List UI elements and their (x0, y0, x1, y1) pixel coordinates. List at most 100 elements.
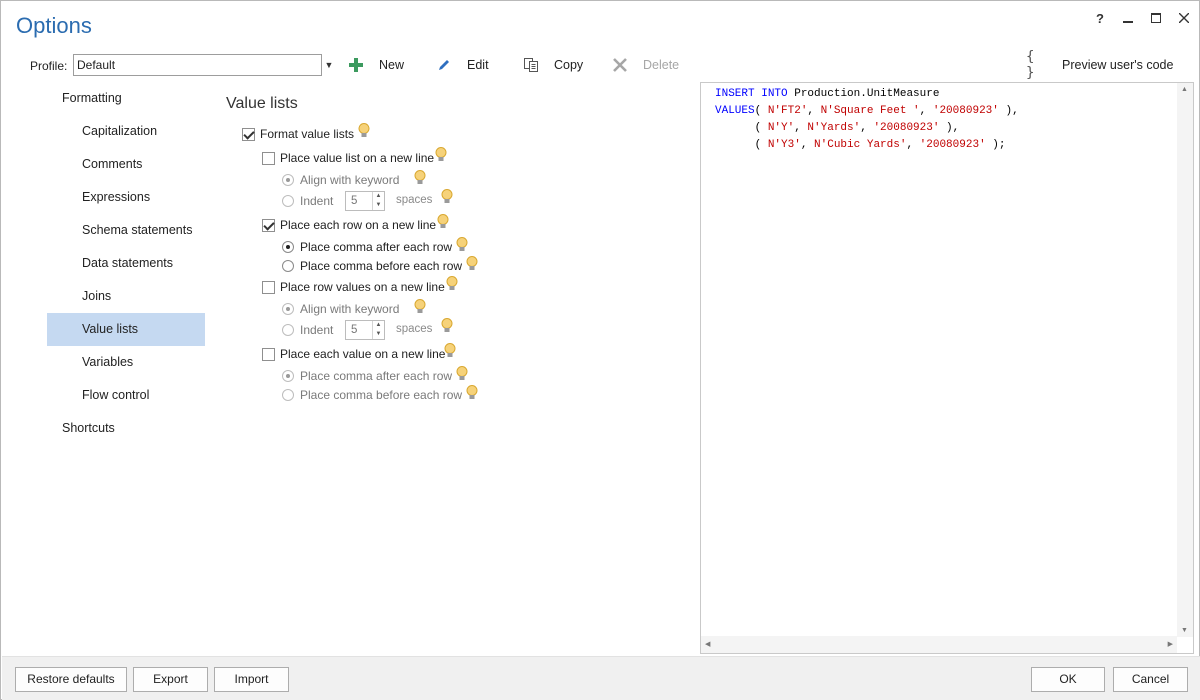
vl-align-keyword-radio[interactable]: Align with keyword (282, 171, 399, 189)
option-label: Place comma after each row (300, 369, 453, 383)
code-object: Production.UnitMeasure (794, 88, 940, 100)
window-title: Options (16, 13, 92, 38)
lightbulb-icon[interactable] (456, 366, 468, 382)
sidebar-item-formatting[interactable]: Formatting (47, 82, 205, 115)
import-button[interactable]: Import (214, 667, 289, 692)
pencil-icon (435, 56, 453, 74)
lightbulb-icon[interactable] (435, 147, 447, 163)
vl-indent-radio[interactable]: Indent (282, 192, 333, 210)
spinner-arrows[interactable]: ▲ ▼ (372, 321, 384, 339)
code-punct: ( (754, 105, 768, 117)
code-string: '20080923' (919, 139, 986, 151)
val-comma-before-radio[interactable]: Place comma before each row (282, 386, 462, 404)
row-values-new-line-checkbox[interactable]: Place row values on a new line (262, 278, 445, 296)
lightbulb-icon[interactable] (466, 385, 478, 401)
sidebar-item-shortcuts[interactable]: Shortcuts (47, 412, 205, 445)
sidebar-item-value-lists[interactable]: Value lists (47, 313, 205, 346)
new-label: New (379, 58, 405, 72)
format-value-lists-checkbox[interactable]: Format value lists (242, 125, 354, 143)
lightbulb-icon[interactable] (456, 237, 468, 253)
sidebar-item-comments[interactable]: Comments (47, 148, 205, 181)
sidebar-item-flow-control[interactable]: Flow control (47, 379, 205, 412)
lightbulb-icon[interactable] (441, 189, 453, 205)
each-value-new-line-checkbox[interactable]: Place each value on a new line (262, 345, 445, 363)
option-label: Place row values on a new line (280, 280, 445, 294)
code-line-2: VALUES( N'FT2', N'Square Feet ', '200809… (715, 105, 1019, 117)
cancel-button[interactable]: Cancel (1113, 667, 1188, 692)
sidebar-item-expressions[interactable]: Expressions (47, 181, 205, 214)
lightbulb-icon[interactable] (441, 318, 453, 334)
row-comma-before-radio[interactable]: Place comma before each row (282, 257, 462, 275)
restore-defaults-button[interactable]: Restore defaults (15, 667, 127, 692)
help-button[interactable]: ? (1086, 9, 1114, 29)
code-string: N'Square Feet ' (820, 105, 920, 117)
spinner-arrows[interactable]: ▲ ▼ (372, 192, 384, 210)
lightbulb-icon[interactable] (358, 123, 370, 139)
lightbulb-icon[interactable] (437, 214, 449, 230)
code-keyword: INSERT (715, 88, 755, 100)
radio-circle (282, 303, 294, 315)
copy-button[interactable]: Copy (522, 54, 583, 76)
lightbulb-icon[interactable] (414, 170, 426, 186)
vertical-scrollbar[interactable]: ▲ ▼ (1177, 83, 1193, 637)
code-preview-pane[interactable]: INSERT INTO Production.UnitMeasure VALUES… (700, 82, 1194, 654)
horizontal-scrollbar[interactable]: ◀ ▶ (701, 636, 1177, 653)
rv-align-keyword-radio[interactable]: Align with keyword (282, 300, 399, 318)
new-button[interactable]: New (347, 54, 404, 76)
sidebar-item-joins[interactable]: Joins (47, 280, 205, 313)
spinner-value: 5 (351, 195, 358, 207)
code-line-3: ( N'Y', N'Yards', '20080923' ), (715, 122, 960, 134)
close-button[interactable] (1170, 9, 1198, 29)
checkbox-box (262, 151, 275, 165)
code-punct: ); (985, 139, 1006, 151)
sidebar-item-capitalization[interactable]: Capitalization (47, 115, 205, 148)
lightbulb-icon[interactable] (414, 299, 426, 315)
checkbox-box (262, 218, 275, 232)
scroll-up-arrow-icon[interactable]: ▲ (1181, 86, 1188, 93)
profile-select[interactable]: Default (73, 54, 322, 76)
delete-button[interactable]: Delete (611, 54, 679, 76)
scroll-down-arrow-icon[interactable]: ▼ (1181, 627, 1188, 634)
lightbulb-icon[interactable] (446, 276, 458, 292)
delete-label: Delete (643, 58, 680, 72)
each-row-new-line-checkbox[interactable]: Place each row on a new line (262, 216, 436, 234)
delete-x-icon (611, 56, 629, 74)
scroll-left-arrow-icon[interactable]: ◀ (705, 640, 710, 648)
minimize-button[interactable] (1114, 9, 1142, 29)
sidebar-item-variables[interactable]: Variables (47, 346, 205, 379)
sidebar-item-schema-statements[interactable]: Schema statements (47, 214, 205, 247)
code-string: N'FT2' (767, 105, 808, 117)
rv-indent-radio[interactable]: Indent (282, 321, 333, 339)
code-string: '20080923' (873, 122, 940, 134)
radio-circle (282, 389, 294, 401)
lightbulb-icon[interactable] (466, 256, 478, 272)
option-label: Place comma before each row (300, 388, 463, 402)
profile-dropdown-button[interactable]: ▼ (323, 54, 335, 76)
option-label: Place comma before each row (300, 259, 463, 273)
option-label: Place each value on a new line (280, 347, 446, 361)
maximize-button[interactable] (1142, 9, 1170, 29)
vl-indent-spinner[interactable]: 5 ▲ ▼ (345, 191, 385, 211)
preview-users-code-button[interactable]: { } Preview user's code (1026, 49, 1173, 81)
option-label: Indent (300, 194, 334, 208)
chevron-down-icon: ▼ (324, 60, 334, 70)
radio-circle (282, 195, 294, 207)
value-list-new-line-checkbox[interactable]: Place value list on a new line (262, 149, 434, 167)
scroll-right-arrow-icon[interactable]: ▶ (1168, 640, 1173, 648)
sidebar-item-data-statements[interactable]: Data statements (47, 247, 205, 280)
spaces-label: spaces (396, 323, 433, 335)
checkbox-box (262, 347, 275, 361)
val-comma-after-radio[interactable]: Place comma after each row (282, 367, 452, 385)
code-string: N'Y3' (767, 139, 801, 151)
edit-button[interactable]: Edit (435, 54, 489, 76)
ok-button[interactable]: OK (1031, 667, 1105, 692)
rv-indent-spinner[interactable]: 5 ▲ ▼ (345, 320, 385, 340)
code-string: '20080923' (932, 105, 999, 117)
option-label: Place comma after each row (300, 240, 453, 254)
close-icon (1178, 12, 1190, 24)
export-button[interactable]: Export (133, 667, 208, 692)
lightbulb-icon[interactable] (444, 343, 456, 359)
row-comma-after-radio[interactable]: Place comma after each row (282, 238, 452, 256)
profile-label: Profile: (30, 59, 68, 73)
code-string: N'Y' (767, 122, 795, 134)
